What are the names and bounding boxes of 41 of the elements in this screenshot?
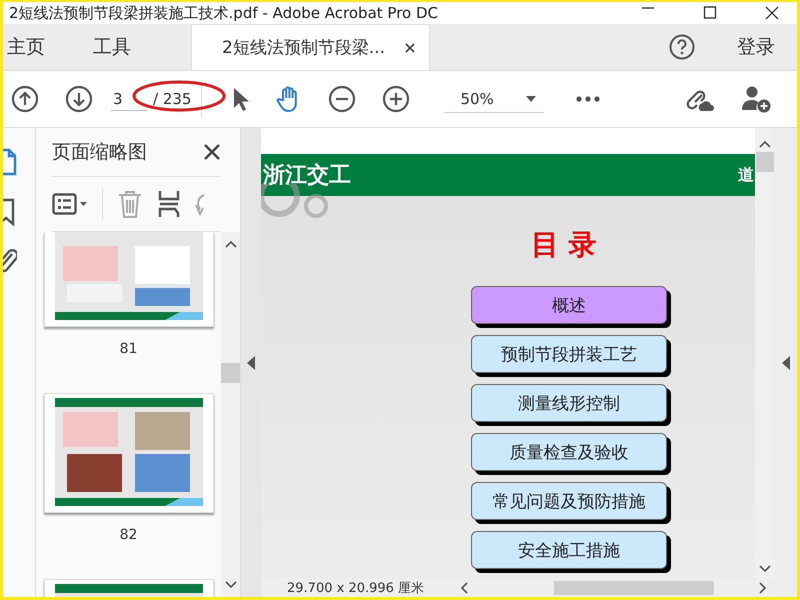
scroll-right-icon[interactable] xyxy=(759,582,767,594)
maximize-icon[interactable] xyxy=(703,6,717,20)
scroll-up-icon[interactable] xyxy=(224,240,236,248)
expand-icon[interactable] xyxy=(782,356,790,370)
scroll-down-icon[interactable] xyxy=(759,565,771,573)
scrollbar-thumb[interactable] xyxy=(554,581,714,595)
previous-page-icon[interactable] xyxy=(11,85,39,113)
window-title: 2短线法预制节段梁拼装施工技术.pdf - Adobe Acrobat Pro DC xyxy=(8,4,438,22)
panel-title: 页面缩略图 xyxy=(52,140,147,165)
close-icon[interactable] xyxy=(204,144,220,160)
extract-pages-icon[interactable] xyxy=(157,189,181,219)
page-number: 82 xyxy=(120,527,138,543)
scrollbar-thumb[interactable] xyxy=(221,363,240,383)
list-options-icon[interactable] xyxy=(52,193,88,215)
tab[interactable]: 2短线法预制节段梁... xyxy=(191,24,430,70)
brand-text: 浙江交工 xyxy=(263,162,351,190)
scroll-down-icon[interactable] xyxy=(224,581,236,589)
login-button[interactable]: 登录 xyxy=(729,24,797,70)
zoom-out-icon[interactable] xyxy=(328,85,356,113)
help-icon[interactable] xyxy=(669,34,695,60)
slide-title: 目 录 xyxy=(531,227,597,263)
header-text: 道 xyxy=(738,165,754,185)
page-number: 81 xyxy=(120,341,138,357)
close-icon[interactable] xyxy=(405,42,416,52)
page-icon[interactable] xyxy=(3,148,17,176)
page-total: / 235 xyxy=(153,90,192,108)
close-icon[interactable] xyxy=(765,6,779,20)
tab[interactable]: 主页 xyxy=(3,24,65,70)
next-page-icon[interactable] xyxy=(65,85,93,113)
tab[interactable]: 工具 xyxy=(89,24,151,70)
scroll-left-icon[interactable] xyxy=(460,582,468,594)
more-icon[interactable] xyxy=(576,96,600,102)
page-number-field[interactable]: 3 xyxy=(111,88,147,110)
zoom-dropdown[interactable]: 50% xyxy=(444,86,544,112)
caret-icon xyxy=(526,96,536,102)
add-user-icon[interactable] xyxy=(741,85,771,113)
scrollbar-thumb[interactable] xyxy=(756,152,774,172)
collapse-icon[interactable] xyxy=(247,356,255,370)
scroll-up-icon[interactable] xyxy=(759,140,771,148)
page-size: 29.700 x 20.996 厘米 xyxy=(286,580,426,597)
zoom-in-icon[interactable] xyxy=(382,85,410,113)
